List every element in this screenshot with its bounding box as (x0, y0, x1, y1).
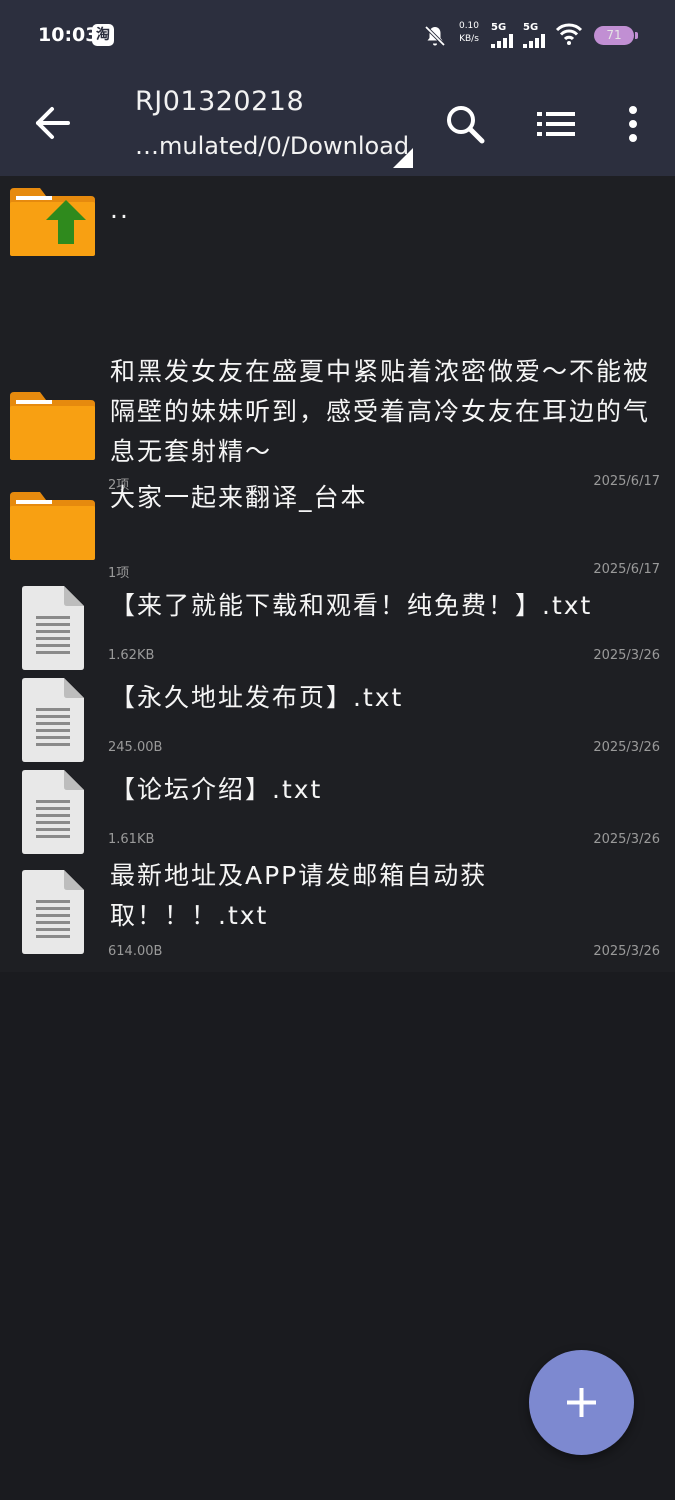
list-item-file[interactable]: 最新地址及APP请发邮箱自动获取！！！.txt 614.00B 2025/3/2… (0, 861, 675, 972)
sim1-label: 5G (491, 22, 507, 33)
search-icon[interactable] (443, 102, 487, 146)
text-file-icon (22, 586, 84, 670)
file-size: 1.62KB (108, 648, 155, 663)
add-button[interactable] (529, 1350, 634, 1455)
text-file-icon (22, 770, 84, 854)
folder-title: RJ01320218 (135, 86, 305, 117)
sim2-label: 5G (523, 22, 539, 33)
mute-bell-icon (424, 25, 446, 47)
network-speed-value: 0.10 (458, 21, 480, 31)
modified-date: 2025/6/17 (593, 474, 660, 489)
file-name: 【永久地址发布页】.txt (110, 683, 404, 712)
file-size: 245.00B (108, 740, 163, 755)
file-name: 大家一起来翻译_台本 (110, 483, 368, 512)
file-name: 【来了就能下载和观看！纯免费！】.txt (110, 591, 593, 620)
modified-date: 2025/3/26 (593, 944, 660, 959)
taobao-icon: 淘 (92, 24, 114, 46)
signal-icon: 5G (491, 22, 519, 48)
file-manager-screen: 10:03 淘 0.10 KB/s 5G 5G 71 RJ01320218 …m… (0, 0, 675, 1500)
modified-date: 2025/3/26 (593, 648, 660, 663)
text-file-icon (22, 870, 84, 954)
modified-date: 2025/3/26 (593, 740, 660, 755)
folder-icon (10, 492, 95, 560)
file-size: 614.00B (108, 944, 163, 959)
plus-icon (567, 1388, 596, 1417)
modified-date: 2025/6/17 (593, 562, 660, 577)
list-item-folder[interactable]: 大家一起来翻译_台本 1项 2025/6/17 (0, 483, 675, 586)
item-count: 1项 (108, 566, 130, 581)
modified-date: 2025/3/26 (593, 832, 660, 847)
back-arrow-icon[interactable] (30, 100, 76, 146)
list-item-folder[interactable]: 和黑发女友在盛夏中紧贴着浓密做爱～不能被隔壁的妹妹听到，感受着高冷女友在耳边的气… (0, 260, 675, 494)
folder-icon (10, 392, 95, 460)
wifi-icon (555, 23, 583, 45)
folder-path[interactable]: …mulated/0/Download (135, 132, 409, 160)
text-file-icon (22, 678, 84, 762)
file-size: 1.61KB (108, 832, 155, 847)
list-view-icon[interactable] (533, 102, 579, 146)
file-name: .. (110, 195, 130, 224)
signal-icon: 5G (523, 22, 551, 48)
file-list: .. 和黑发女友在盛夏中紧贴着浓密做爱～不能被隔壁的妹妹听到，感受着高冷女友在耳… (0, 176, 675, 972)
list-item-parent[interactable]: .. (0, 176, 675, 260)
file-name: 和黑发女友在盛夏中紧贴着浓密做爱～不能被隔壁的妹妹听到，感受着高冷女友在耳边的气… (110, 357, 651, 466)
app-toolbar: RJ01320218 …mulated/0/Download (0, 72, 675, 176)
file-name: 最新地址及APP请发邮箱自动获取！！！.txt (110, 861, 488, 930)
more-vert-icon[interactable] (617, 102, 649, 146)
list-item-file[interactable]: 【来了就能下载和观看！纯免费！】.txt 1.62KB 2025/3/26 (0, 586, 675, 678)
list-item-file[interactable]: 【永久地址发布页】.txt 245.00B 2025/3/26 (0, 678, 675, 770)
list-item-file[interactable]: 【论坛介绍】.txt 1.61KB 2025/3/26 (0, 770, 675, 862)
network-speed-unit: KB/s (459, 34, 479, 44)
folder-up-icon (10, 188, 95, 256)
file-name: 【论坛介绍】.txt (110, 775, 323, 804)
status-bar: 10:03 淘 0.10 KB/s 5G 5G 71 (0, 0, 675, 72)
network-speed: 0.10 KB/s (455, 20, 483, 46)
battery-icon: 71 (594, 26, 638, 45)
dropdown-triangle-icon[interactable] (393, 148, 413, 168)
status-time: 10:03 (38, 24, 99, 46)
